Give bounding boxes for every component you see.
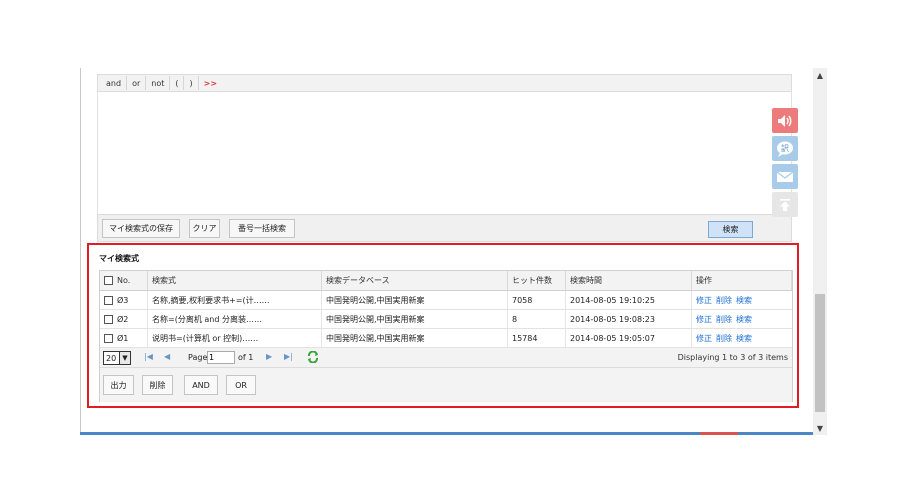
operator-not-button[interactable]: not <box>146 76 171 90</box>
speaker-icon[interactable] <box>772 108 798 133</box>
row-time: 2014-08-05 19:08:23 <box>566 310 692 328</box>
row-number: Ø3 <box>117 295 129 305</box>
back-to-top-icon[interactable] <box>772 192 798 217</box>
and-button[interactable]: AND <box>184 375 218 395</box>
scroll-down-icon[interactable]: ▼ <box>813 421 827 435</box>
next-page-icon[interactable]: ▶ <box>266 352 272 361</box>
header-database[interactable]: 検索データベース <box>322 271 508 290</box>
edit-link[interactable]: 修正 <box>696 314 712 325</box>
operator-or-button[interactable]: or <box>127 76 147 90</box>
page-size-select[interactable]: 20 ▼ <box>103 351 131 365</box>
table-row[interactable]: Ø3 名称,摘要,权利要求书+=(计…… 中国発明公開,中国実用新案 7058 … <box>100 291 792 310</box>
save-query-button[interactable]: マイ検索式の保存 <box>102 219 180 238</box>
row-operations: 修正 削除 検索 <box>692 310 792 328</box>
row-no: Ø3 <box>100 291 148 309</box>
vertical-scrollbar[interactable]: ▲ ▼ <box>813 68 827 435</box>
delete-button[interactable]: 削除 <box>142 375 173 395</box>
select-all-checkbox[interactable] <box>104 276 113 285</box>
table-row[interactable]: Ø2 名称=(分离机 and 分离装…… 中国発明公開,中国実用新案 8 201… <box>100 310 792 329</box>
page-label: Page <box>188 353 208 362</box>
delete-link[interactable]: 削除 <box>716 333 732 344</box>
operator-more-button[interactable]: >> <box>199 76 222 90</box>
saved-queries-table: No. 検索式 検索データベース ヒット件数 検索時間 操作 Ø3 名称,摘要,… <box>99 270 793 402</box>
row-expression: 名称,摘要,权利要求书+=(计…… <box>148 291 322 309</box>
edit-link[interactable]: 修正 <box>696 295 712 306</box>
row-expression: 名称=(分离机 and 分离装…… <box>148 310 322 328</box>
header-expression[interactable]: 検索式 <box>148 271 322 290</box>
operator-close-paren-button[interactable]: ) <box>184 76 199 90</box>
translate-icon[interactable]: 訳 <box>772 136 798 161</box>
row-checkbox[interactable] <box>104 295 113 305</box>
header-hits[interactable]: ヒット件数 <box>508 271 566 290</box>
panel-title: マイ検索式 <box>99 254 139 263</box>
scroll-up-icon[interactable]: ▲ <box>813 68 827 82</box>
page-number-input[interactable] <box>207 351 235 364</box>
row-time: 2014-08-05 19:10:25 <box>566 291 692 309</box>
page-of-label: of 1 <box>238 353 254 362</box>
pagination-summary: Displaying 1 to 3 of 3 items <box>677 353 788 362</box>
row-database: 中国発明公開,中国実用新案 <box>322 329 508 347</box>
last-page-icon[interactable]: ▶| <box>284 352 293 361</box>
table-row[interactable]: Ø1 说明书=(计算机 or 控制)…… 中国発明公開,中国実用新案 15784… <box>100 329 792 348</box>
page-size-value: 20 <box>106 353 117 363</box>
row-checkbox[interactable] <box>104 314 113 324</box>
row-no: Ø2 <box>100 310 148 328</box>
row-checkbox[interactable] <box>104 333 113 343</box>
operator-bar: and or not ( ) >> <box>97 74 792 92</box>
panel-button-bar: 出力 削除 AND OR <box>100 368 792 402</box>
row-hits: 7058 <box>508 291 566 309</box>
scroll-thumb[interactable] <box>815 294 825 412</box>
row-hits: 15784 <box>508 329 566 347</box>
header-time[interactable]: 検索時間 <box>566 271 692 290</box>
row-hits: 8 <box>508 310 566 328</box>
refresh-icon[interactable] <box>307 350 319 365</box>
header-no: No. <box>100 271 148 290</box>
prev-page-icon[interactable]: ◀ <box>164 352 170 361</box>
action-bar: マイ検索式の保存 クリア 番号一括検索 検索 <box>97 214 792 242</box>
search-button[interactable]: 検索 <box>708 221 753 238</box>
header-operations: 操作 <box>692 271 792 290</box>
search-link[interactable]: 検索 <box>736 295 752 306</box>
row-expression: 说明书=(计算机 or 控制)…… <box>148 329 322 347</box>
row-time: 2014-08-05 19:05:07 <box>566 329 692 347</box>
or-button[interactable]: OR <box>226 375 256 395</box>
row-no: Ø1 <box>100 329 148 347</box>
row-database: 中国発明公開,中国実用新案 <box>322 291 508 309</box>
delete-link[interactable]: 削除 <box>716 295 732 306</box>
mail-icon[interactable] <box>772 164 798 189</box>
row-database: 中国発明公開,中国実用新案 <box>322 310 508 328</box>
search-link[interactable]: 検索 <box>736 314 752 325</box>
output-button[interactable]: 出力 <box>103 375 134 395</box>
operator-and-button[interactable]: and <box>101 76 128 90</box>
chevron-down-icon: ▼ <box>119 352 130 364</box>
search-expression-editor[interactable] <box>97 92 792 214</box>
row-number: Ø2 <box>117 314 129 324</box>
row-operations: 修正 削除 検索 <box>692 291 792 309</box>
saved-queries-panel: マイ検索式 No. 検索式 検索データベース ヒット件数 検索時間 操作 Ø3 … <box>87 243 799 408</box>
footer-tab-marker <box>700 432 738 435</box>
row-number: Ø1 <box>117 333 129 343</box>
row-operations: 修正 削除 検索 <box>692 329 792 347</box>
operator-open-paren-button[interactable]: ( <box>170 76 185 90</box>
edit-link[interactable]: 修正 <box>696 333 712 344</box>
svg-text:訳: 訳 <box>781 143 789 153</box>
search-link[interactable]: 検索 <box>736 333 752 344</box>
first-page-icon[interactable]: |◀ <box>144 352 153 361</box>
delete-link[interactable]: 削除 <box>716 314 732 325</box>
clear-button[interactable]: クリア <box>189 219 220 238</box>
table-header: No. 検索式 検索データベース ヒット件数 検索時間 操作 <box>100 271 792 291</box>
batch-number-search-button[interactable]: 番号一括検索 <box>229 219 295 238</box>
pagination-bar: 20 ▼ |◀ ◀ Page of 1 ▶ ▶| Displaying 1 to… <box>100 348 792 368</box>
